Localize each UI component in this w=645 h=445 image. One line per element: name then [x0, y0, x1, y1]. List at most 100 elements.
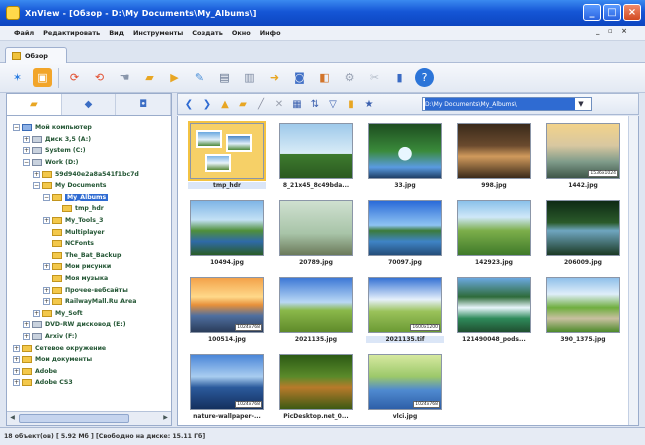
back-icon[interactable]: ❮ [182, 99, 196, 110]
expand-icon[interactable]: + [13, 344, 20, 352]
help-icon[interactable]: ? [415, 68, 434, 87]
scroll-right-icon[interactable]: ▶ [161, 414, 170, 423]
expand-icon[interactable]: + [13, 379, 20, 387]
export-icon[interactable]: ➜ [265, 68, 284, 87]
menu-tools[interactable]: Инструменты [133, 29, 183, 37]
menu-edit[interactable]: Редактировать [43, 29, 100, 37]
tree-node[interactable]: + Сетевое окружение [7, 342, 171, 354]
tree-node[interactable]: +59d940e2a8a541f1bc7d [7, 168, 171, 180]
image-thumbnail[interactable]: 1536x1024 1442.jpg [540, 120, 626, 197]
chevron-down-icon[interactable]: ▼ [575, 100, 587, 108]
refresh-alt-icon[interactable]: ⟲ [90, 68, 109, 87]
thumbnail-vertical-scrollbar[interactable] [628, 116, 638, 425]
collapse-icon[interactable]: − [23, 159, 30, 167]
tree-node[interactable]: + Прочее-вебсайты [7, 284, 171, 296]
image-thumbnail[interactable]: 10494.jpg [184, 197, 270, 274]
tree-node[interactable]: + Adobe [7, 365, 171, 377]
mdi-controls[interactable]: _ ▫ × [596, 27, 630, 35]
book-icon[interactable]: ▮ [390, 68, 409, 87]
tree-node[interactable]: tmp_hdr [7, 203, 171, 215]
tree-node[interactable]: − Work (D:) [7, 157, 171, 169]
expand-icon[interactable]: + [23, 332, 30, 340]
tree-node[interactable]: + My_Soft [7, 308, 171, 320]
tree-node[interactable]: NCFonts [7, 238, 171, 250]
expand-icon[interactable]: + [13, 367, 20, 375]
image-thumbnail[interactable]: 390_1375.jpg [540, 274, 626, 351]
refresh-icon[interactable]: ⟳ [65, 68, 84, 87]
menu-info[interactable]: Инфо [260, 29, 281, 37]
tree-node[interactable]: + Adobe CS3 [7, 377, 171, 389]
image-thumbnail[interactable]: 142923.jpg [451, 197, 537, 274]
tree-node[interactable]: + System (C:) [7, 145, 171, 157]
collapse-icon[interactable]: − [33, 182, 40, 190]
edit-icon[interactable]: ✎ [190, 68, 209, 87]
slideshow-icon[interactable]: ◙ [290, 68, 309, 87]
new-folder-icon[interactable]: ▰ [236, 99, 250, 110]
filter-icon[interactable]: ▽ [326, 99, 340, 110]
tree-node[interactable]: − My_Albums [7, 192, 171, 204]
expand-icon[interactable]: + [23, 147, 30, 155]
minimize-button[interactable]: _ [583, 4, 601, 21]
tree-node[interactable]: − Мой компьютер [7, 122, 171, 134]
expand-icon[interactable]: + [23, 135, 30, 143]
scroll-thumb[interactable] [19, 414, 129, 423]
image-thumbnail[interactable]: 1024x768 100514.jpg [184, 274, 270, 351]
maximize-button[interactable]: □ [603, 4, 621, 21]
expand-icon[interactable]: + [43, 298, 50, 306]
folder-arrow-icon[interactable]: ▶ [165, 68, 184, 87]
folder-tab-icon[interactable]: ▰ [7, 94, 62, 115]
menu-create[interactable]: Создать [192, 29, 223, 37]
expand-icon[interactable]: + [13, 356, 20, 364]
tree-node[interactable]: Моя музыка [7, 273, 171, 285]
image-thumbnail[interactable]: 70097.jpg [362, 197, 448, 274]
tree-node[interactable]: + My_Tools_3 [7, 215, 171, 227]
star-icon[interactable]: ✶ [8, 68, 27, 87]
tree-node[interactable]: The_Bat_Backup [7, 250, 171, 262]
sort-icon[interactable]: ⇅ [308, 99, 322, 110]
star-icon[interactable]: ★ [362, 99, 376, 110]
tree-horizontal-scrollbar[interactable]: ◀ ▶ [7, 411, 171, 425]
tree-node[interactable]: + Мои рисунки [7, 261, 171, 273]
image-thumbnail[interactable]: 1024x768 nature-wallpaper-... [184, 351, 270, 425]
tree-node[interactable]: − My Documents [7, 180, 171, 192]
tree-node[interactable]: + DVD-RW дисковод (E:) [7, 319, 171, 331]
view-mode-icon[interactable]: ▦ [290, 99, 304, 110]
favorites-icon[interactable]: ▮ [344, 99, 358, 110]
up-folder-icon[interactable]: ▲ [218, 99, 232, 110]
close-button[interactable]: × [623, 4, 641, 21]
image-thumbnail[interactable]: 998.jpg [451, 120, 537, 197]
tree-node[interactable]: Multiplayer [7, 226, 171, 238]
image-thumbnail[interactable]: 206009.jpg [540, 197, 626, 274]
image-thumbnail[interactable]: 33.jpg [362, 120, 448, 197]
image-thumbnail[interactable]: 121490048_pods... [451, 274, 537, 351]
favorites-tab-icon[interactable]: ◆ [62, 94, 117, 115]
category-tab-icon[interactable]: ◘ [116, 94, 172, 115]
scroll-left-icon[interactable]: ◀ [8, 414, 17, 423]
expand-icon[interactable]: + [23, 321, 30, 329]
image-thumbnail[interactable]: 8_21x45_8c49bda... [273, 120, 359, 197]
collapse-icon[interactable]: − [13, 124, 20, 132]
image-thumbnail[interactable]: 1600x1200 2021135.tif [362, 274, 448, 351]
tree-node[interactable]: + RailwayMall.Ru Area [7, 296, 171, 308]
tree-node[interactable]: + Диск 3,5 (A:) [7, 134, 171, 146]
tab-browse[interactable]: Обзор [5, 47, 67, 63]
image-thumbnail[interactable]: 2021135.jpg [273, 274, 359, 351]
expand-icon[interactable]: + [43, 263, 50, 271]
folder-thumbnail[interactable]: tmp_hdr [184, 120, 270, 197]
settings-icon[interactable]: ⚙ [340, 68, 359, 87]
hand-icon[interactable]: ☚ [115, 68, 134, 87]
image-thumbnail[interactable]: PicDesktop.net_0... [273, 351, 359, 425]
open-folder-icon[interactable]: ▰ [140, 68, 159, 87]
menu-file[interactable]: Файл [14, 29, 34, 37]
expand-icon[interactable]: + [33, 309, 40, 317]
info-icon[interactable]: ✂ [365, 68, 384, 87]
expand-icon[interactable]: + [33, 170, 40, 178]
print-icon[interactable]: ▤ [215, 68, 234, 87]
edit-icon[interactable]: ╱ [254, 99, 268, 110]
image-thumbnail[interactable]: 1024x768 vlci.jpg [362, 351, 448, 425]
delete-icon[interactable]: ✕ [272, 99, 286, 110]
image-thumbnail[interactable]: 20789.jpg [273, 197, 359, 274]
path-input[interactable] [425, 98, 575, 110]
expand-icon[interactable]: + [43, 217, 50, 225]
expand-icon[interactable]: + [43, 286, 50, 294]
